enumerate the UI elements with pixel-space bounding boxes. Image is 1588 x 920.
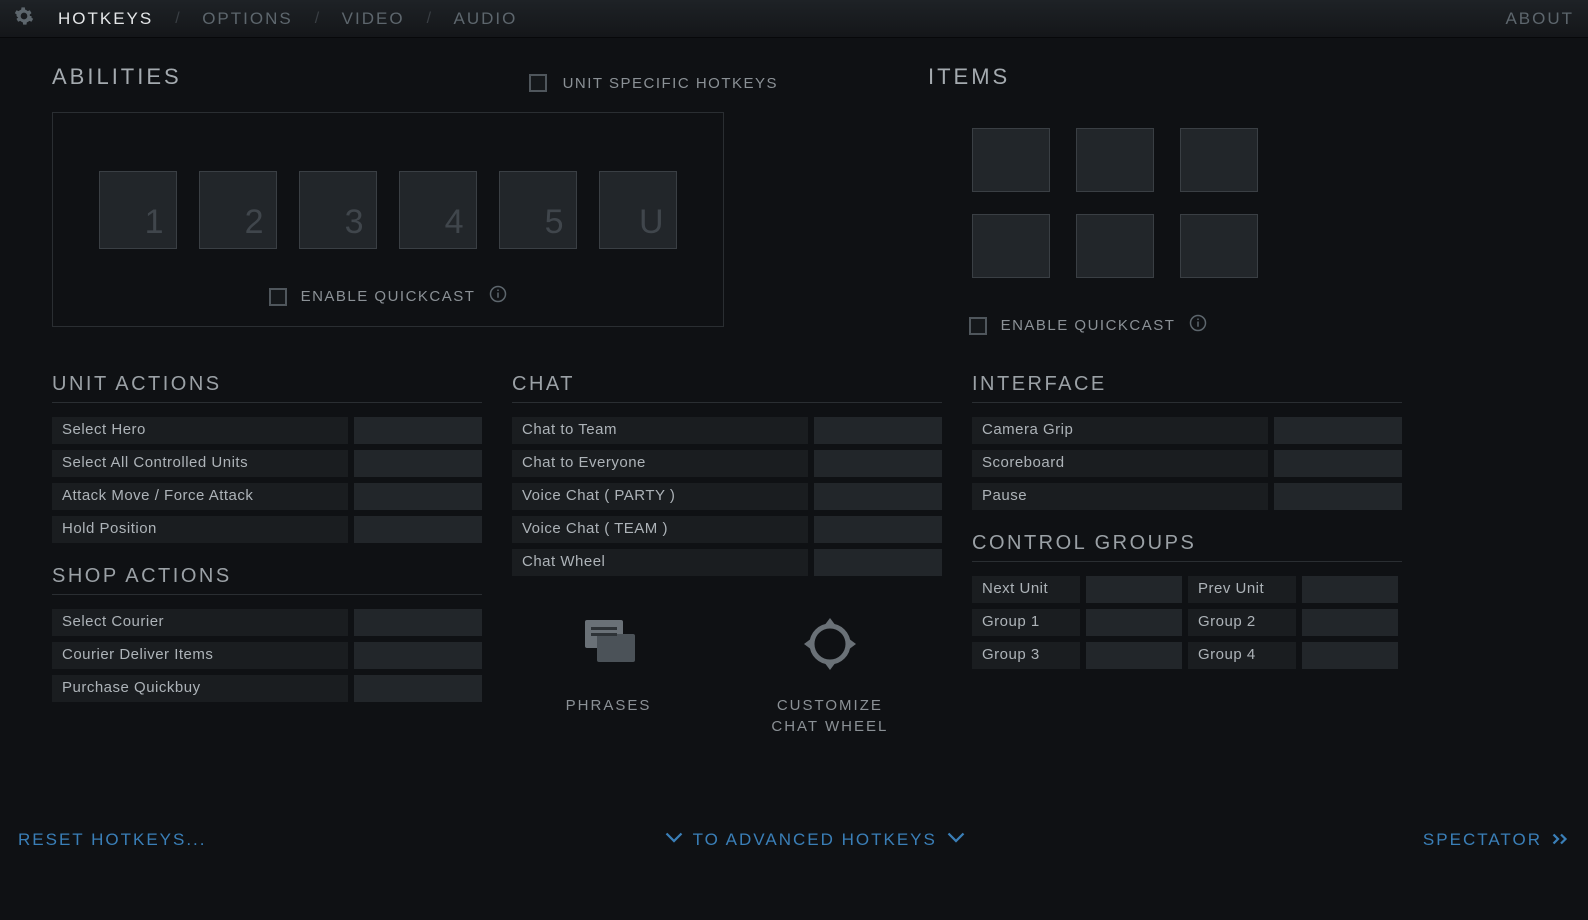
interface-header: INTERFACE xyxy=(972,373,1402,396)
unit-specific-label: UNIT SPECIFIC HOTKEYS xyxy=(563,75,778,92)
unit-actions-header: UNIT ACTIONS xyxy=(52,373,482,396)
tab-hotkeys[interactable]: HOTKEYS xyxy=(58,9,153,29)
bind-label: Group 1 xyxy=(972,609,1080,636)
abilities-header: ABILITIES xyxy=(52,64,513,90)
bind-slot-attack-move[interactable] xyxy=(354,483,482,510)
divider xyxy=(512,402,942,403)
bind-label: Select Courier xyxy=(52,609,348,636)
ability-slot-5[interactable]: 5 xyxy=(499,171,577,249)
tab-options[interactable]: OPTIONS xyxy=(202,9,293,29)
tab-video[interactable]: VIDEO xyxy=(342,9,405,29)
bind-label: Hold Position xyxy=(52,516,348,543)
divider xyxy=(972,561,1402,562)
nav-separator: / xyxy=(175,10,180,28)
unit-specific-checkbox[interactable] xyxy=(529,74,547,92)
bind-slot-voice-team[interactable] xyxy=(814,516,942,543)
bind-slot-group-2[interactable] xyxy=(1302,609,1398,636)
bind-slot-chat-wheel[interactable] xyxy=(814,549,942,576)
bind-label: Chat Wheel xyxy=(512,549,808,576)
control-groups-header: CONTROL GROUPS xyxy=(972,532,1402,555)
bind-slot-quickbuy[interactable] xyxy=(354,675,482,702)
info-icon[interactable] xyxy=(489,285,507,308)
info-icon[interactable] xyxy=(1189,314,1207,337)
bind-slot-scoreboard[interactable] xyxy=(1274,450,1402,477)
customize-chat-wheel-button[interactable]: CUSTOMIZECHAT WHEEL xyxy=(771,612,888,737)
items-quickcast-label: ENABLE QUICKCAST xyxy=(1001,317,1176,334)
gear-icon[interactable] xyxy=(14,6,34,31)
item-slot-5[interactable] xyxy=(1076,214,1154,278)
shop-actions-header: SHOP ACTIONS xyxy=(52,565,482,588)
bind-slot-chat-team[interactable] xyxy=(814,417,942,444)
spectator-link[interactable]: SPECTATOR xyxy=(1423,830,1570,850)
bind-label: Camera Grip xyxy=(972,417,1268,444)
bind-label: Chat to Everyone xyxy=(512,450,808,477)
item-slot-4[interactable] xyxy=(972,214,1050,278)
bind-slot-group-1[interactable] xyxy=(1086,609,1182,636)
ability-slot-ult[interactable]: U xyxy=(599,171,677,249)
bind-label: Courier Deliver Items xyxy=(52,642,348,669)
phrases-label: PHRASES xyxy=(566,695,652,716)
bind-label: Group 3 xyxy=(972,642,1080,669)
bind-slot-group-3[interactable] xyxy=(1086,642,1182,669)
chevron-down-icon xyxy=(947,830,965,850)
item-slot-2[interactable] xyxy=(1076,128,1154,192)
double-chevron-right-icon xyxy=(1552,830,1570,850)
divider xyxy=(972,402,1402,403)
phrases-button[interactable]: PHRASES xyxy=(566,612,652,737)
bind-label: Pause xyxy=(972,483,1268,510)
items-header: ITEMS xyxy=(928,64,1258,90)
chat-header: CHAT xyxy=(512,373,942,396)
bind-label: Select All Controlled Units xyxy=(52,450,348,477)
abilities-box: 1 2 3 4 5 U ENABLE QUICKCAST xyxy=(52,112,724,327)
chevron-down-icon xyxy=(665,830,683,850)
ability-slot-3[interactable]: 3 xyxy=(299,171,377,249)
item-slot-6[interactable] xyxy=(1180,214,1258,278)
bind-label: Voice Chat ( TEAM ) xyxy=(512,516,808,543)
bind-slot-pause[interactable] xyxy=(1274,483,1402,510)
divider xyxy=(52,402,482,403)
item-slot-3[interactable] xyxy=(1180,128,1258,192)
bind-label: Voice Chat ( PARTY ) xyxy=(512,483,808,510)
bind-slot-next-unit[interactable] xyxy=(1086,576,1182,603)
bind-label: Prev Unit xyxy=(1188,576,1296,603)
items-quickcast-checkbox[interactable] xyxy=(969,317,987,335)
bind-label: Scoreboard xyxy=(972,450,1268,477)
abilities-quickcast-checkbox[interactable] xyxy=(269,288,287,306)
divider xyxy=(52,594,482,595)
bind-slot-select-hero[interactable] xyxy=(354,417,482,444)
speech-bubbles-icon xyxy=(577,612,641,681)
chat-wheel-icon xyxy=(798,612,862,681)
customize-wheel-label: CUSTOMIZECHAT WHEEL xyxy=(771,695,888,737)
top-nav-bar: HOTKEYS / OPTIONS / VIDEO / AUDIO ABOUT xyxy=(0,0,1588,38)
bind-slot-deliver[interactable] xyxy=(354,642,482,669)
bind-slot-chat-all[interactable] xyxy=(814,450,942,477)
reset-hotkeys-link[interactable]: RESET HOTKEYS... xyxy=(18,830,207,850)
abilities-quickcast-label: ENABLE QUICKCAST xyxy=(301,288,476,305)
bind-slot-select-all[interactable] xyxy=(354,450,482,477)
bind-slot-hold[interactable] xyxy=(354,516,482,543)
ability-slot-4[interactable]: 4 xyxy=(399,171,477,249)
ability-slot-1[interactable]: 1 xyxy=(99,171,177,249)
bind-label: Attack Move / Force Attack xyxy=(52,483,348,510)
bind-slot-voice-party[interactable] xyxy=(814,483,942,510)
advanced-hotkeys-link[interactable]: TO ADVANCED HOTKEYS xyxy=(665,830,965,850)
nav-separator: / xyxy=(315,10,320,28)
nav-separator: / xyxy=(427,10,432,28)
tab-audio[interactable]: AUDIO xyxy=(454,9,518,29)
bind-label: Chat to Team xyxy=(512,417,808,444)
ability-slot-2[interactable]: 2 xyxy=(199,171,277,249)
tab-about[interactable]: ABOUT xyxy=(1505,9,1574,29)
bind-slot-courier[interactable] xyxy=(354,609,482,636)
bind-slot-prev-unit[interactable] xyxy=(1302,576,1398,603)
bind-label: Group 4 xyxy=(1188,642,1296,669)
bind-label: Select Hero xyxy=(52,417,348,444)
bind-label: Group 2 xyxy=(1188,609,1296,636)
bind-slot-group-4[interactable] xyxy=(1302,642,1398,669)
bind-slot-camera-grip[interactable] xyxy=(1274,417,1402,444)
item-slot-1[interactable] xyxy=(972,128,1050,192)
bind-label: Purchase Quickbuy xyxy=(52,675,348,702)
bind-label: Next Unit xyxy=(972,576,1080,603)
